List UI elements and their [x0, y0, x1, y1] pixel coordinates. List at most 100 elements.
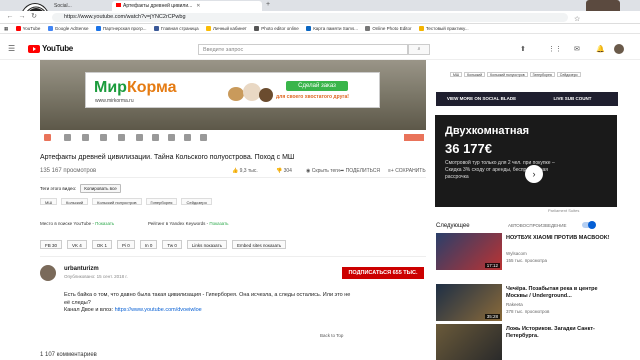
bookmark-item[interactable]: Google AdSense — [47, 26, 89, 31]
record-icon[interactable] — [44, 134, 51, 141]
sidebar-tag[interactable]: Кольский полуостров — [487, 72, 528, 77]
reload-icon[interactable]: ↻ — [30, 13, 38, 21]
settings-icon[interactable] — [82, 134, 89, 141]
video-channel[interactable]: Wylsacom — [506, 251, 527, 256]
tab-youtube-video[interactable]: Артефакты древней цивили... ✕ — [112, 1, 262, 11]
tool-icon[interactable] — [168, 134, 175, 141]
new-tab-button[interactable]: + — [266, 1, 270, 8]
tag-chip[interactable]: Гиперборея — [145, 198, 178, 205]
sidebar-ad-price: 36 177€ — [445, 141, 492, 156]
up-next-label: Следующее — [436, 223, 470, 229]
description-link[interactable]: https://www.youtube.com/dvoeiwloe — [115, 307, 202, 313]
sidebar-tag[interactable]: Кольский — [464, 72, 486, 77]
sidebar-tags: МШ Кольский Кольский полуостров Гипербор… — [450, 72, 581, 77]
search-input[interactable]: Введите запрос — [198, 44, 408, 55]
description-line: Есть байка о том, что давно была такая ц… — [64, 292, 351, 306]
account-avatar[interactable] — [614, 44, 624, 54]
bookmark-item[interactable]: Карта памяти Sams... — [306, 26, 358, 31]
bookmark-item[interactable]: Главная страница — [153, 26, 199, 31]
close-tab-icon[interactable]: ✕ — [196, 3, 200, 9]
bookmark-item[interactable]: Тестовый практику... — [418, 26, 469, 31]
youtube-play-icon — [28, 44, 40, 53]
extension-action-button[interactable] — [404, 134, 424, 141]
sidebar-ad-credit: Parliament Suites — [548, 208, 580, 213]
video-title[interactable]: НОУТБУК XIAOMI ПРОТИВ MACBOOK! — [506, 235, 616, 242]
video-thumbnail[interactable] — [436, 324, 502, 360]
tool-icon[interactable] — [152, 134, 159, 141]
yandex-rank-show-link[interactable]: Показать — [209, 221, 228, 226]
channel-name[interactable]: urbanturizm — [64, 266, 99, 272]
tool-icon[interactable] — [100, 134, 107, 141]
stat-chip-fb[interactable]: FB 30 — [40, 240, 63, 249]
upload-icon[interactable]: ⬆ — [520, 45, 526, 53]
tool-icon[interactable] — [184, 134, 191, 141]
back-to-top-link[interactable]: Back to Top — [320, 333, 343, 338]
sidebar-ad[interactable]: Двухкомнатная 36 177€ Смотровой тур толь… — [435, 115, 617, 207]
stat-chip-links[interactable]: Links показать — [186, 240, 227, 249]
stat-chip-tw[interactable]: Tw 0 — [162, 240, 182, 249]
search-icon: ⌕ — [417, 46, 421, 52]
sidebar-tag[interactable]: Гиперборея — [529, 72, 555, 77]
bookmark-item[interactable]: YouTube — [15, 26, 40, 31]
video-thumbnail[interactable]: 35:28 — [436, 284, 502, 321]
subscribe-button[interactable]: ПОДПИСАТЬСЯ 655 ТЫС. — [342, 267, 424, 279]
social-stats-row: FB 30 VK 4 OK 1 Pi 0 In 0 Tw 0 Links пок… — [40, 240, 287, 249]
tag-chip[interactable]: Сейдозеро — [181, 198, 212, 205]
menu-icon[interactable]: ☰ — [8, 44, 15, 53]
apps-icon[interactable]: ▦ — [4, 26, 8, 32]
autoplay-toggle[interactable] — [582, 221, 596, 229]
socialblade-bar: VIEW MORE ON SOCIAL BLADE LIVE SUB COUNT — [436, 92, 618, 106]
sidebar-tag[interactable]: Сейдозеро — [556, 72, 581, 77]
forward-icon[interactable]: → — [18, 13, 26, 21]
apps-grid-icon[interactable]: ⋮⋮ — [548, 45, 562, 53]
sidebar-tag[interactable]: МШ — [450, 72, 463, 77]
chevron-right-icon[interactable]: › — [525, 165, 543, 183]
bookmark-item[interactable]: Партнерская прогр... — [95, 26, 146, 31]
stat-chip-pi[interactable]: Pi 0 — [117, 240, 135, 249]
video-title[interactable]: Чечёра. Позабытая река в центре Москвы /… — [506, 286, 616, 300]
save-button[interactable]: ≡+ СОХРАНИТЬ — [388, 168, 426, 174]
bookmark-item[interactable]: Online Photo Editor — [365, 26, 411, 31]
notifications-icon[interactable]: 🔔 — [596, 45, 605, 53]
video-title[interactable]: Ложь Историков. Загадки Санкт-Петербурга… — [506, 326, 616, 340]
tab-social[interactable]: Social... — [50, 1, 110, 11]
tool-icon[interactable] — [64, 134, 71, 141]
socialblade-view-more-button[interactable]: VIEW MORE ON SOCIAL BLADE — [436, 92, 527, 106]
address-bar[interactable]: https://www.youtube.com/watch?v=jYNC2rCP… — [52, 13, 568, 22]
tool-icon[interactable] — [200, 134, 207, 141]
back-icon[interactable]: ← — [6, 13, 14, 21]
search-button[interactable]: ⌕ — [408, 44, 430, 55]
tool-icon[interactable] — [136, 134, 143, 141]
youtube-logo[interactable]: YouTube — [28, 44, 73, 53]
eye-icon: ◉ — [306, 168, 311, 174]
channel-avatar[interactable] — [40, 265, 56, 281]
stat-chip-ok[interactable]: OK 1 — [91, 240, 113, 249]
bookmark-item[interactable]: Личный кабинет — [206, 26, 247, 31]
tool-icon[interactable] — [118, 134, 125, 141]
stat-chip-in[interactable]: In 0 — [139, 240, 158, 249]
video-thumbnail[interactable]: 17:12 — [436, 233, 502, 270]
url-text: https://www.youtube.com/watch?v=jYNC2rCP… — [64, 14, 186, 20]
video-channel[interactable]: Rakeeta — [506, 302, 523, 307]
video-title: Артефакты древней цивилизации. Тайна Кол… — [40, 154, 295, 161]
live-sub-count-button[interactable]: LIVE SUB COUNT — [527, 92, 618, 106]
hide-tags-button[interactable]: ◉ Скрыть теги — [306, 168, 340, 174]
stat-chip-vk[interactable]: VK 4 — [67, 240, 87, 249]
tag-chip[interactable]: МШ — [40, 198, 57, 205]
bookmark-item[interactable]: Photo editor online — [254, 26, 299, 31]
dislike-button[interactable]: 👎 304 — [276, 168, 292, 174]
share-button[interactable]: ➦ ПОДЕЛИТЬСЯ — [340, 168, 380, 174]
youtube-rank-show-link[interactable]: Показать — [95, 221, 114, 226]
tag-chip[interactable]: Кольский полуостров — [92, 198, 142, 205]
thumbs-down-icon: 👎 — [276, 168, 283, 174]
publish-date: Опубликовано: 15 сент. 2018 г. — [64, 274, 128, 279]
stat-chip-embed[interactable]: Embed sites показать — [231, 240, 287, 249]
like-button[interactable]: 👍 9,3 тыс. — [232, 168, 258, 174]
overlay-ad-banner[interactable]: МирКорма www.mirkorma.ru Сделай заказ дл… — [85, 72, 380, 108]
star-icon[interactable]: ☆ — [574, 15, 580, 23]
copy-all-tags-button[interactable]: Копировать все — [80, 184, 121, 193]
tag-chip[interactable]: Кольский — [61, 198, 89, 205]
ad-order-button[interactable]: Сделай заказ — [286, 81, 348, 91]
view-count: 135 167 просмотров — [40, 168, 97, 174]
messages-icon[interactable]: ✉ — [574, 45, 580, 53]
